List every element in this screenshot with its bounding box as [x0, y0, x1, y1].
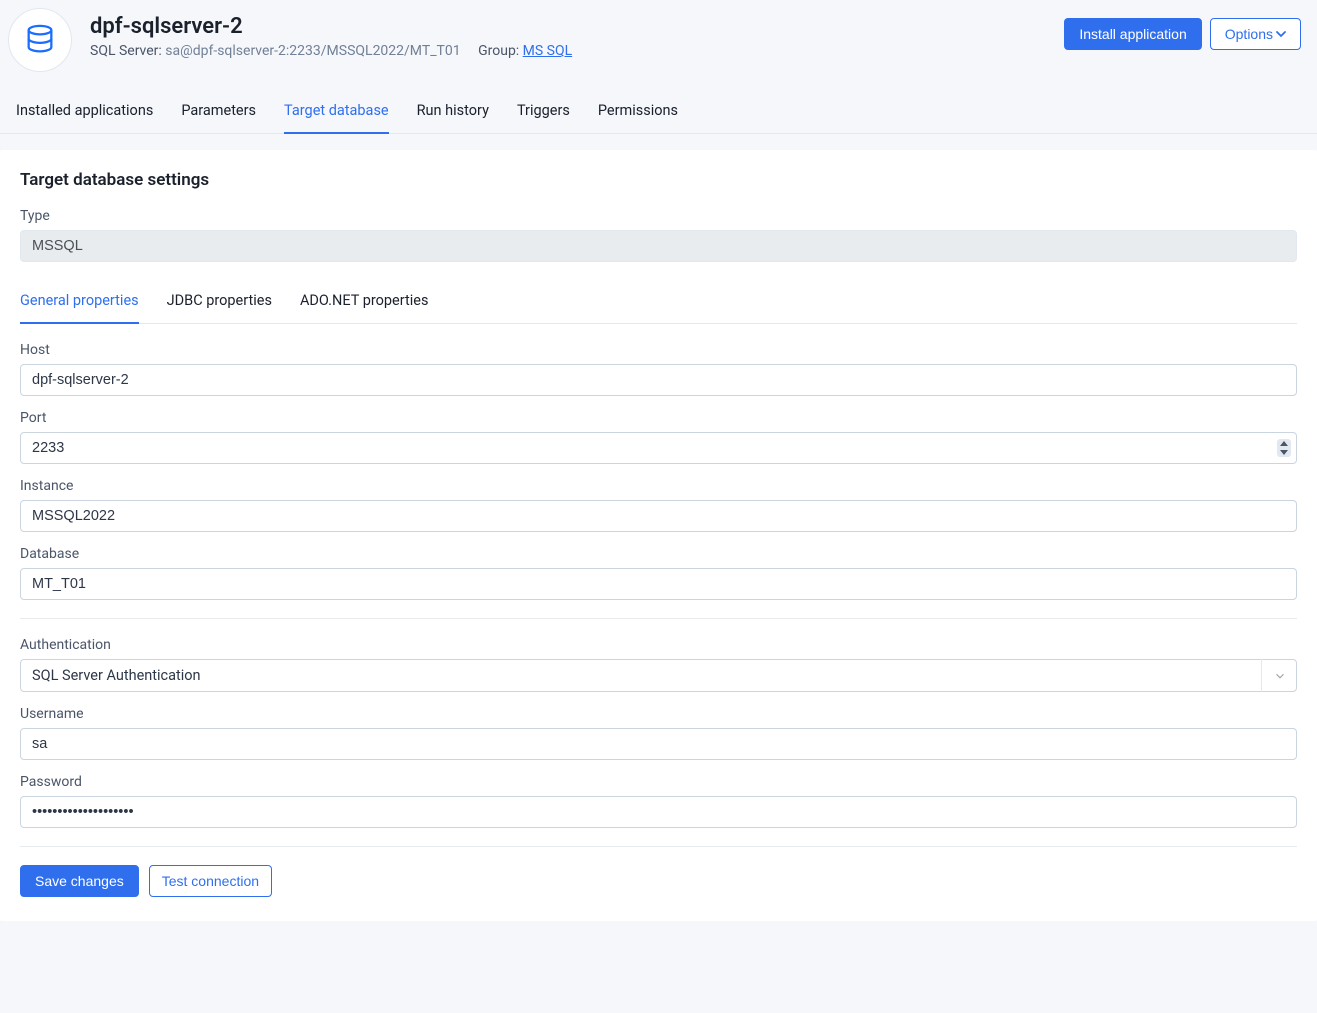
username-field: Username	[20, 706, 1297, 760]
tab-run-history[interactable]: Run history	[417, 92, 489, 133]
port-label: Port	[20, 410, 1297, 426]
group-link[interactable]: MS SQL	[523, 43, 573, 59]
sql-server-label: SQL Server:	[90, 43, 165, 59]
panel-title: Target database settings	[20, 170, 1297, 190]
password-input[interactable]	[20, 796, 1297, 828]
host-input[interactable]	[20, 364, 1297, 396]
tab-triggers[interactable]: Triggers	[517, 92, 570, 133]
username-label: Username	[20, 706, 1297, 722]
tab-parameters[interactable]: Parameters	[181, 92, 256, 133]
host-field: Host	[20, 342, 1297, 396]
subtab-jdbc-properties[interactable]: JDBC properties	[167, 280, 272, 323]
page-subtitle: SQL Server: sa@dpf-sqlserver-2:2233/MSSQ…	[90, 43, 1064, 59]
database-label: Database	[20, 546, 1297, 562]
authentication-label: Authentication	[20, 637, 1297, 653]
subtab-general-properties[interactable]: General properties	[20, 280, 139, 323]
divider	[20, 618, 1297, 619]
authentication-field: Authentication SQL Server Authentication	[20, 637, 1297, 692]
type-label: Type	[20, 208, 1297, 224]
stepper-up-icon[interactable]	[1277, 439, 1291, 448]
main-tabs: Installed applications Parameters Target…	[0, 92, 1317, 134]
database-input[interactable]	[20, 568, 1297, 600]
stepper-down-icon[interactable]	[1277, 448, 1291, 457]
save-changes-button[interactable]: Save changes	[20, 865, 139, 897]
install-application-button[interactable]: Install application	[1064, 18, 1201, 50]
port-field: Port	[20, 410, 1297, 464]
instance-field: Instance	[20, 478, 1297, 532]
database-field: Database	[20, 546, 1297, 600]
port-stepper[interactable]	[1277, 439, 1291, 457]
header-actions: Install application Options	[1064, 8, 1301, 50]
action-row: Save changes Test connection	[20, 865, 1297, 897]
instance-label: Instance	[20, 478, 1297, 494]
divider	[20, 846, 1297, 847]
settings-panel: Target database settings Type General pr…	[0, 150, 1317, 921]
password-field: Password	[20, 774, 1297, 828]
page-title: dpf-sqlserver-2	[90, 14, 1064, 39]
type-input	[20, 230, 1297, 262]
instance-input[interactable]	[20, 500, 1297, 532]
group-label: Group:	[478, 43, 523, 59]
test-connection-button[interactable]: Test connection	[149, 865, 272, 897]
chevron-down-icon	[1276, 26, 1286, 42]
username-input[interactable]	[20, 728, 1297, 760]
subtab-adonet-properties[interactable]: ADO.NET properties	[300, 280, 428, 323]
authentication-select[interactable]: SQL Server Authentication	[20, 659, 1297, 692]
host-label: Host	[20, 342, 1297, 358]
tab-installed-applications[interactable]: Installed applications	[16, 92, 153, 133]
page-header: dpf-sqlserver-2 SQL Server: sa@dpf-sqlse…	[0, 0, 1317, 72]
password-label: Password	[20, 774, 1297, 790]
tab-permissions[interactable]: Permissions	[598, 92, 678, 133]
options-button-label: Options	[1225, 26, 1273, 42]
tab-target-database[interactable]: Target database	[284, 92, 389, 133]
header-body: dpf-sqlserver-2 SQL Server: sa@dpf-sqlse…	[90, 8, 1064, 59]
type-field: Type	[20, 208, 1297, 262]
database-icon	[8, 8, 72, 72]
properties-subtabs: General properties JDBC properties ADO.N…	[20, 280, 1297, 324]
port-input[interactable]	[20, 432, 1297, 464]
sql-server-value: sa@dpf-sqlserver-2:2233/MSSQL2022/MT_T01	[165, 43, 460, 59]
options-button[interactable]: Options	[1210, 18, 1301, 50]
